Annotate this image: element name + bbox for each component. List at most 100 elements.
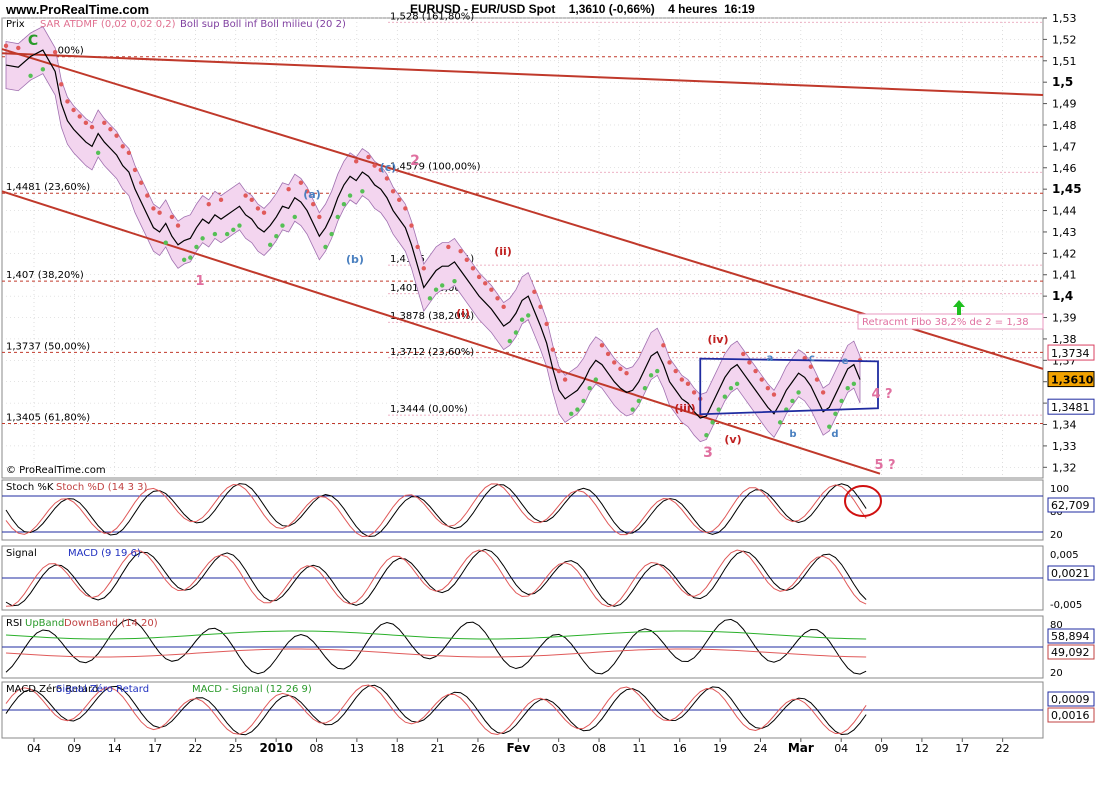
sar-dot [317, 214, 322, 220]
wave-label: d [831, 429, 838, 440]
sar-dot [249, 197, 254, 203]
x-tick-label: 17 [148, 742, 162, 755]
y-tick-label: 1,47 [1052, 140, 1077, 153]
sar-dot [403, 206, 408, 211]
sar-dot [673, 368, 678, 374]
sar-dot [599, 343, 605, 348]
sar-dot [89, 124, 95, 130]
wave-label: c [809, 353, 815, 364]
indicator-label-2: Signal Zéro Retard [56, 683, 149, 695]
wave-label: (a) [303, 188, 320, 201]
sar-dot [636, 398, 642, 404]
sar-dot [384, 176, 390, 181]
indicator-tick-label: 100 [1050, 484, 1069, 495]
indicator-tick-label: 0,005 [1050, 550, 1079, 561]
sar-dot [163, 240, 168, 245]
wave-label: (v) [724, 433, 741, 446]
sar-dot [501, 304, 506, 310]
sar-dot [532, 289, 537, 295]
sar-dot [231, 227, 236, 233]
annotation-label: Retracmt Fibo 38,2% de 2 = 1,38 [862, 317, 1029, 328]
wave-label: (iii) [674, 402, 695, 415]
sar-dot [575, 407, 580, 412]
sar-dot [734, 381, 740, 387]
sar-dot [16, 45, 21, 51]
sar-dot [833, 411, 838, 417]
sar-dot [421, 266, 426, 271]
sar-dot [820, 390, 826, 395]
sar-dot [169, 214, 175, 220]
sar-dot [126, 150, 132, 155]
sar-dot [452, 278, 457, 284]
wave-label: (ii) [494, 245, 512, 258]
sar-dot [292, 214, 297, 220]
sar-dot [728, 385, 734, 391]
x-tick-label: Fev [506, 741, 530, 755]
sar-dot [132, 167, 138, 173]
sar-dot [538, 304, 543, 310]
y-tick-label: 1,49 [1052, 98, 1077, 111]
x-tick-label: 08 [310, 742, 324, 755]
sar-dot [440, 283, 445, 288]
x-tick-label: 18 [390, 742, 404, 755]
sar-dot [483, 281, 488, 286]
sar-dot [759, 377, 764, 382]
sar-dot [446, 244, 451, 250]
sar-dot [224, 231, 230, 237]
fibo-right-label: 1,4579 (100,00%) [390, 161, 481, 172]
sar-dot [28, 73, 33, 78]
sar-dot [618, 366, 623, 372]
sar-dot [593, 377, 599, 382]
sar-dot [630, 407, 635, 412]
sar-dot [470, 266, 476, 271]
y-tick-label: 1,39 [1052, 312, 1077, 325]
sar-dot [710, 420, 715, 425]
sar-dot [741, 351, 746, 357]
sar-dot [206, 201, 211, 207]
sar-dot [753, 368, 758, 374]
sar-dot [415, 244, 420, 250]
y-tick-label: 1,42 [1052, 247, 1077, 260]
x-tick-label: 11 [632, 742, 646, 755]
x-tick-label: 13 [350, 742, 364, 755]
sar-dot [476, 274, 482, 280]
wave-label: 2 [410, 153, 420, 169]
x-tick-label: 24 [753, 742, 767, 755]
sar-dot [587, 385, 592, 391]
sar-dot [569, 411, 574, 417]
sar-dot [59, 82, 64, 87]
sar-dot [83, 120, 89, 126]
x-tick-label: 09 [67, 742, 81, 755]
y-tick-label: 1,5 [1052, 75, 1073, 89]
sar-dot [808, 364, 814, 369]
price-badge-label: 1,3481 [1051, 401, 1090, 414]
indicator-label: Stoch %K [6, 482, 54, 493]
sar-dot [851, 381, 857, 387]
fibo-left-label: 1,4481 (23,60%) [6, 182, 90, 193]
sar-legend: SAR ATDMF (0,02 0,02 0,2) [40, 19, 176, 30]
sar-dot [691, 390, 697, 395]
indicator-value-label: 0,0009 [1051, 693, 1090, 706]
fibo-left-label: 1,3405 (61,80%) [6, 412, 90, 423]
sar-dot [145, 193, 150, 198]
indicator-value-label: 0,0016 [1051, 709, 1090, 722]
sar-dot [796, 390, 801, 395]
wave-label: (c) [380, 161, 397, 174]
wave-label: (b) [346, 253, 364, 266]
sar-dot [667, 360, 672, 365]
sar-dot [526, 313, 531, 318]
y-tick-label: 1,41 [1052, 269, 1077, 282]
indicator-panel-frame [1, 479, 1044, 541]
x-tick-label: 19 [713, 742, 727, 755]
sar-dot [814, 377, 820, 382]
chart-canvas[interactable]: 04 09 14 17 22 25 2010 08 13 18 21 26 Fev 03 08 11 16 19 2… [0, 0, 1100, 800]
x-tick-label: 22 [188, 742, 202, 755]
x-tick-label: 21 [431, 742, 445, 755]
sar-dot [151, 206, 156, 211]
sar-dot [544, 321, 549, 327]
wave-label: 1 [195, 274, 204, 289]
x-tick-label: 14 [108, 742, 122, 755]
sar-dot [661, 343, 666, 348]
y-tick-label: 1,4 [1052, 289, 1073, 303]
sar-dot [722, 394, 728, 399]
